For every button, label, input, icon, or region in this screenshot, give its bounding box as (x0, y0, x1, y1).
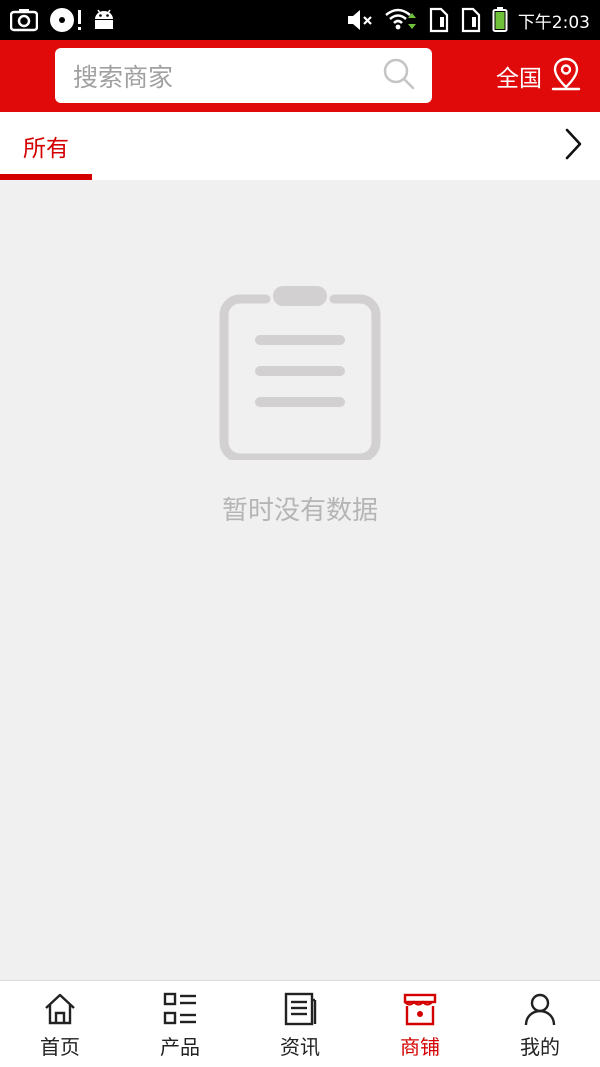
nav-label: 资讯 (280, 1035, 320, 1059)
nav-item-products[interactable]: 产品 (120, 981, 240, 1067)
bottom-nav: 首页 产品 资讯 商铺 我的 (0, 980, 600, 1067)
product-list-icon (162, 991, 198, 1027)
clock: 下午2:03 (517, 12, 590, 33)
search-input[interactable]: 搜索商家 (55, 48, 432, 103)
region-selector[interactable]: 全国 (496, 54, 582, 98)
mute-icon (346, 8, 374, 32)
status-bar: 下午2:03 (0, 0, 600, 40)
empty-state: 暂时没有数据 (0, 180, 600, 980)
nav-item-shops[interactable]: 商铺 (360, 981, 480, 1067)
tab-label: 所有 (23, 136, 69, 162)
news-icon (282, 991, 318, 1027)
chevron-right-icon (562, 127, 584, 165)
nav-label: 首页 (40, 1035, 80, 1059)
user-icon (522, 991, 558, 1027)
nav-item-me[interactable]: 我的 (480, 981, 600, 1067)
empty-message: 暂时没有数据 (221, 496, 378, 526)
android-icon (92, 8, 116, 32)
disc-icon (48, 6, 82, 34)
nav-label: 商铺 (400, 1035, 440, 1059)
more-tabs-button[interactable] (556, 126, 590, 166)
status-bar-right: 下午2:03 (346, 7, 590, 33)
region-label: 全国 (496, 66, 542, 92)
status-bar-left (10, 6, 116, 34)
sim-icon (460, 7, 482, 33)
nav-item-news[interactable]: 资讯 (240, 981, 360, 1067)
nav-label: 我的 (520, 1035, 560, 1059)
nav-label: 产品 (160, 1035, 200, 1059)
shop-icon (402, 991, 438, 1027)
location-pin-icon (550, 57, 582, 95)
screenshot-icon (10, 8, 38, 32)
battery-icon (492, 7, 508, 33)
sim-icon (428, 7, 450, 33)
clipboard-icon (218, 286, 382, 463)
category-tab-bar: 所有 (0, 112, 600, 180)
tab-all[interactable]: 所有 (0, 112, 92, 180)
wifi-icon (384, 7, 418, 33)
search-placeholder: 搜索商家 (73, 62, 174, 92)
nav-item-home[interactable]: 首页 (0, 981, 120, 1067)
search-icon[interactable] (382, 57, 416, 95)
home-icon (42, 991, 78, 1027)
app-header: 搜索商家 全国 (0, 40, 600, 112)
